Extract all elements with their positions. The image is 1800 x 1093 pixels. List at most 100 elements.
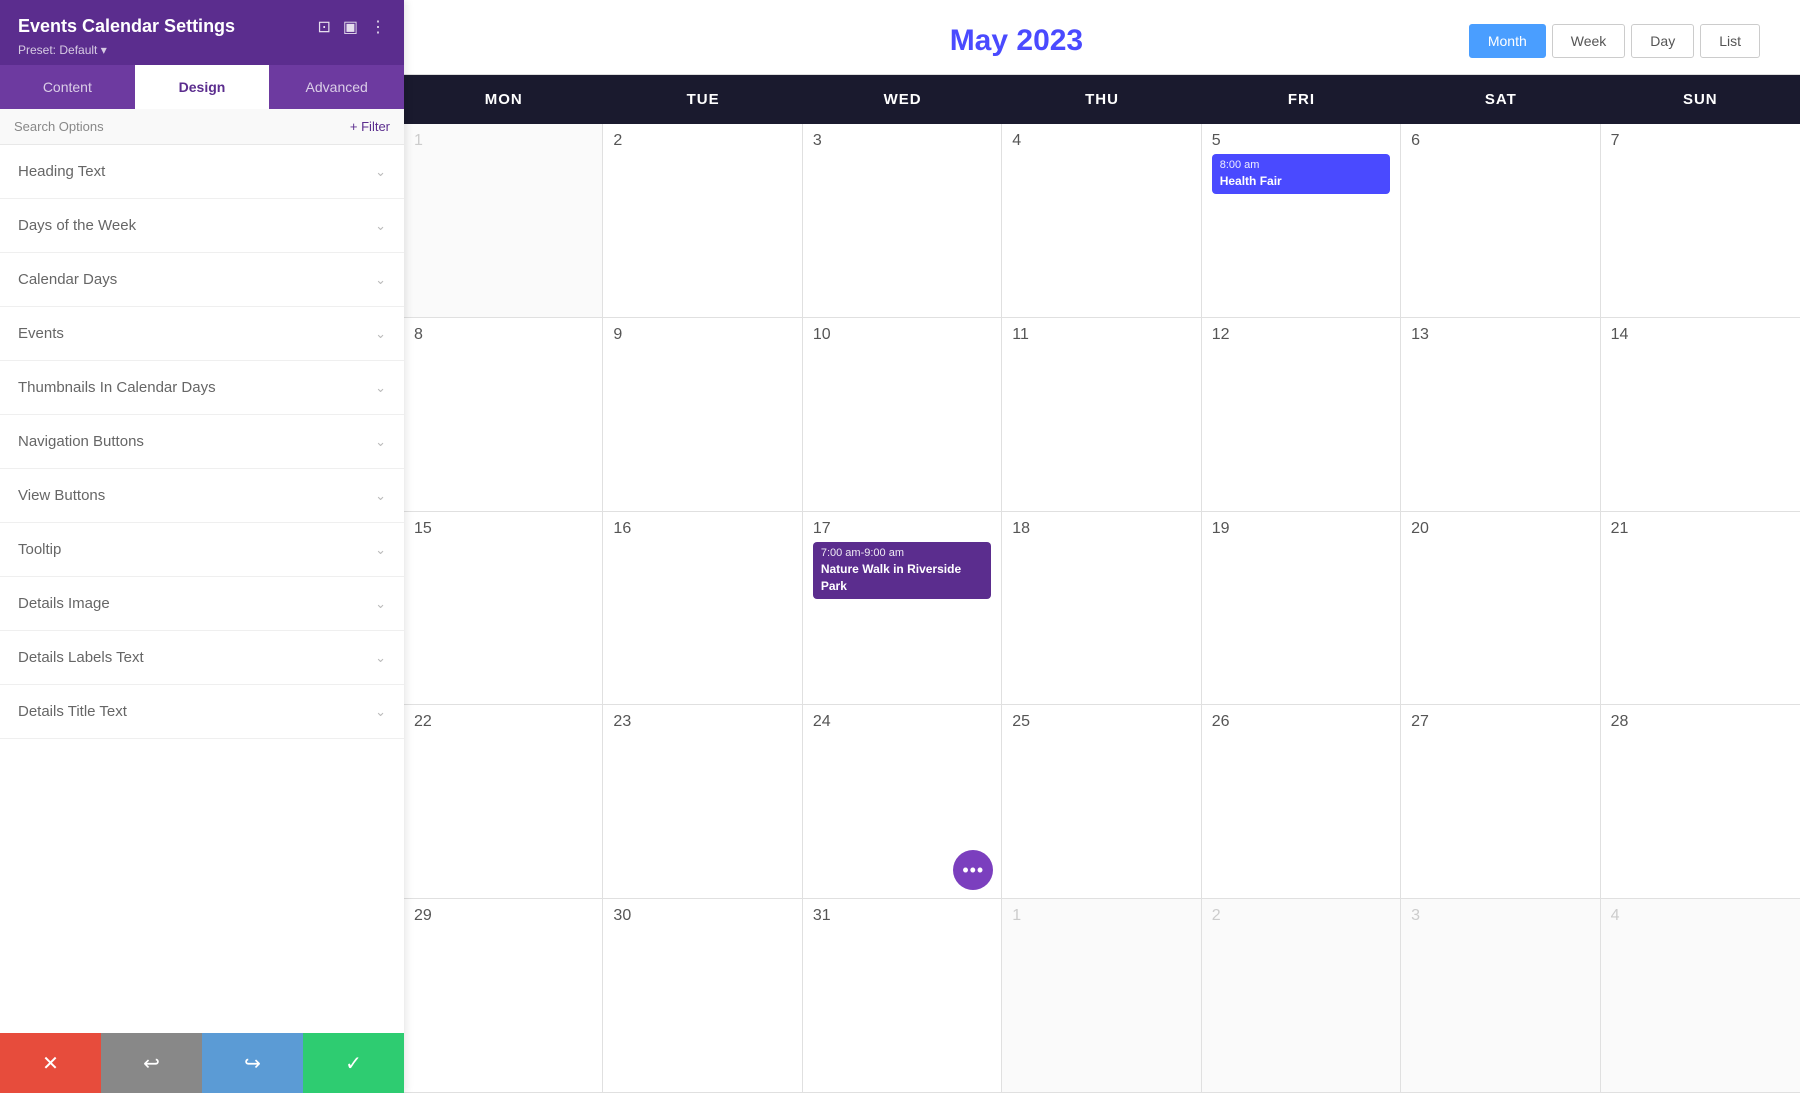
more-options-icon[interactable]: ⋮ — [370, 17, 386, 37]
day-number: 18 — [1012, 520, 1190, 538]
event-health-fair[interactable]: 8:00 am Health Fair — [1212, 154, 1390, 194]
day-number: 8 — [414, 326, 592, 344]
tab-advanced[interactable]: Advanced — [269, 65, 404, 109]
calendar-week-5: 29 30 31 1 2 3 4 — [404, 899, 1800, 1093]
day-number: 11 — [1012, 326, 1190, 344]
calendar-cell[interactable]: 1 — [404, 124, 603, 317]
more-dots-button[interactable]: ••• — [953, 850, 993, 890]
calendar-cell[interactable]: 7 — [1601, 124, 1800, 317]
calendar-cell[interactable]: 13 — [1401, 318, 1600, 511]
day-number: 17 — [813, 520, 991, 538]
sidebar-footer: ✕ ↩ ↪ ✓ — [0, 1033, 404, 1093]
chevron-down-icon: ⌄ — [375, 704, 386, 720]
sidebar-item-events[interactable]: Events ⌄ — [0, 307, 404, 361]
day-number: 5 — [1212, 132, 1390, 150]
calendar-cell[interactable]: 20 — [1401, 512, 1600, 705]
chevron-down-icon: ⌄ — [375, 326, 386, 342]
calendar-cell[interactable]: 25 — [1002, 705, 1201, 898]
calendar-cell[interactable]: 9 — [603, 318, 802, 511]
day-number: 16 — [613, 520, 791, 538]
view-btn-month[interactable]: Month — [1469, 24, 1546, 58]
calendar-week-4: 22 23 24 ••• 25 26 27 — [404, 705, 1800, 899]
sidebar-item-details-labels[interactable]: Details Labels Text ⌄ — [0, 631, 404, 685]
preset-label[interactable]: Preset: Default ▾ — [18, 43, 386, 57]
day-number: 31 — [813, 907, 991, 925]
sidebar-item-label: Navigation Buttons — [18, 433, 144, 450]
calendar-cell[interactable]: 4 — [1002, 124, 1201, 317]
sidebar-item-navigation-buttons[interactable]: Navigation Buttons ⌄ — [0, 415, 404, 469]
calendar-cell[interactable]: 23 — [603, 705, 802, 898]
calendar-cell[interactable]: 30 — [603, 899, 802, 1092]
day-number: 7 — [1611, 132, 1790, 150]
calendar-cell[interactable]: 31 — [803, 899, 1002, 1092]
chevron-down-icon: ⌄ — [375, 272, 386, 288]
filter-button[interactable]: + Filter — [350, 119, 390, 134]
calendar-cell-wed-24[interactable]: 24 ••• — [803, 705, 1002, 898]
view-btn-list[interactable]: List — [1700, 24, 1760, 58]
calendar-cell[interactable]: 8 — [404, 318, 603, 511]
expand-icon[interactable]: ▣ — [343, 17, 358, 37]
sidebar-item-view-buttons[interactable]: View Buttons ⌄ — [0, 469, 404, 523]
calendar-cell[interactable]: 29 — [404, 899, 603, 1092]
calendar-cell[interactable]: 14 — [1601, 318, 1800, 511]
calendar-cell[interactable]: 27 — [1401, 705, 1600, 898]
calendar-week-2: 8 9 10 11 12 13 14 — [404, 318, 1800, 512]
sidebar-header: Events Calendar Settings ⊡ ▣ ⋮ Preset: D… — [0, 0, 404, 65]
day-number: 12 — [1212, 326, 1390, 344]
sidebar-item-thumbnails[interactable]: Thumbnails In Calendar Days ⌄ — [0, 361, 404, 415]
view-btn-day[interactable]: Day — [1631, 24, 1694, 58]
tab-content[interactable]: Content — [0, 65, 135, 109]
cancel-button[interactable]: ✕ — [0, 1033, 101, 1093]
chevron-down-icon: ⌄ — [375, 488, 386, 504]
calendar-cell[interactable]: 11 — [1002, 318, 1201, 511]
main-content: May 2023 Month Week Day List MON TUE WED… — [404, 0, 1800, 1093]
calendar-header: May 2023 Month Week Day List — [404, 0, 1800, 74]
day-header-tue: TUE — [603, 75, 802, 124]
save-button[interactable]: ✓ — [303, 1033, 404, 1093]
sidebar-item-details-title[interactable]: Details Title Text ⌄ — [0, 685, 404, 739]
day-header-wed: WED — [803, 75, 1002, 124]
calendar-grid: MON TUE WED THU FRI SAT SUN 1 2 3 4 — [404, 74, 1800, 1093]
calendar-cell[interactable]: 6 — [1401, 124, 1600, 317]
day-number: 10 — [813, 326, 991, 344]
day-number: 26 — [1212, 713, 1390, 731]
calendar-cell[interactable]: 19 — [1202, 512, 1401, 705]
tab-design[interactable]: Design — [135, 65, 270, 109]
calendar-cell-fri-5[interactable]: 5 8:00 am Health Fair — [1202, 124, 1401, 317]
calendar-cell[interactable]: 2 — [1202, 899, 1401, 1092]
sidebar-item-days-of-week[interactable]: Days of the Week ⌄ — [0, 199, 404, 253]
undo-button[interactable]: ↩ — [101, 1033, 202, 1093]
day-number: 13 — [1411, 326, 1589, 344]
sidebar-item-calendar-days[interactable]: Calendar Days ⌄ — [0, 253, 404, 307]
calendar-cell[interactable]: 4 — [1601, 899, 1800, 1092]
day-number: 2 — [1212, 907, 1390, 925]
calendar-cell[interactable]: 2 — [603, 124, 802, 317]
calendar-cell[interactable]: 1 — [1002, 899, 1201, 1092]
calendar-cell[interactable]: 3 — [803, 124, 1002, 317]
calendar-cell[interactable]: 18 — [1002, 512, 1201, 705]
search-options-label: Search Options — [14, 119, 104, 134]
calendar-cell[interactable]: 28 — [1601, 705, 1800, 898]
calendar-cell[interactable]: 21 — [1601, 512, 1800, 705]
day-number: 15 — [414, 520, 592, 538]
view-btn-week[interactable]: Week — [1552, 24, 1626, 58]
sidebar-item-label: Tooltip — [18, 541, 61, 558]
day-number: 23 — [613, 713, 791, 731]
calendar-cell[interactable]: 16 — [603, 512, 802, 705]
calendar-cell[interactable]: 10 — [803, 318, 1002, 511]
calendar-cell[interactable]: 15 — [404, 512, 603, 705]
sidebar-item-heading-text[interactable]: Heading Text ⌄ — [0, 145, 404, 199]
calendar-cell[interactable]: 12 — [1202, 318, 1401, 511]
calendar-cell[interactable]: 3 — [1401, 899, 1600, 1092]
calendar-cell[interactable]: 22 — [404, 705, 603, 898]
calendar-cell-wed-17[interactable]: 17 7:00 am-9:00 am Nature Walk in Rivers… — [803, 512, 1002, 705]
sidebar-item-details-image[interactable]: Details Image ⌄ — [0, 577, 404, 631]
event-nature-walk[interactable]: 7:00 am-9:00 am Nature Walk in Riverside… — [813, 542, 991, 599]
day-number: 3 — [1411, 907, 1589, 925]
calendar-cell[interactable]: 26 — [1202, 705, 1401, 898]
redo-button[interactable]: ↪ — [202, 1033, 303, 1093]
days-header: MON TUE WED THU FRI SAT SUN — [404, 75, 1800, 124]
sidebar-item-tooltip[interactable]: Tooltip ⌄ — [0, 523, 404, 577]
day-number: 21 — [1611, 520, 1790, 538]
minimize-icon[interactable]: ⊡ — [317, 17, 330, 37]
